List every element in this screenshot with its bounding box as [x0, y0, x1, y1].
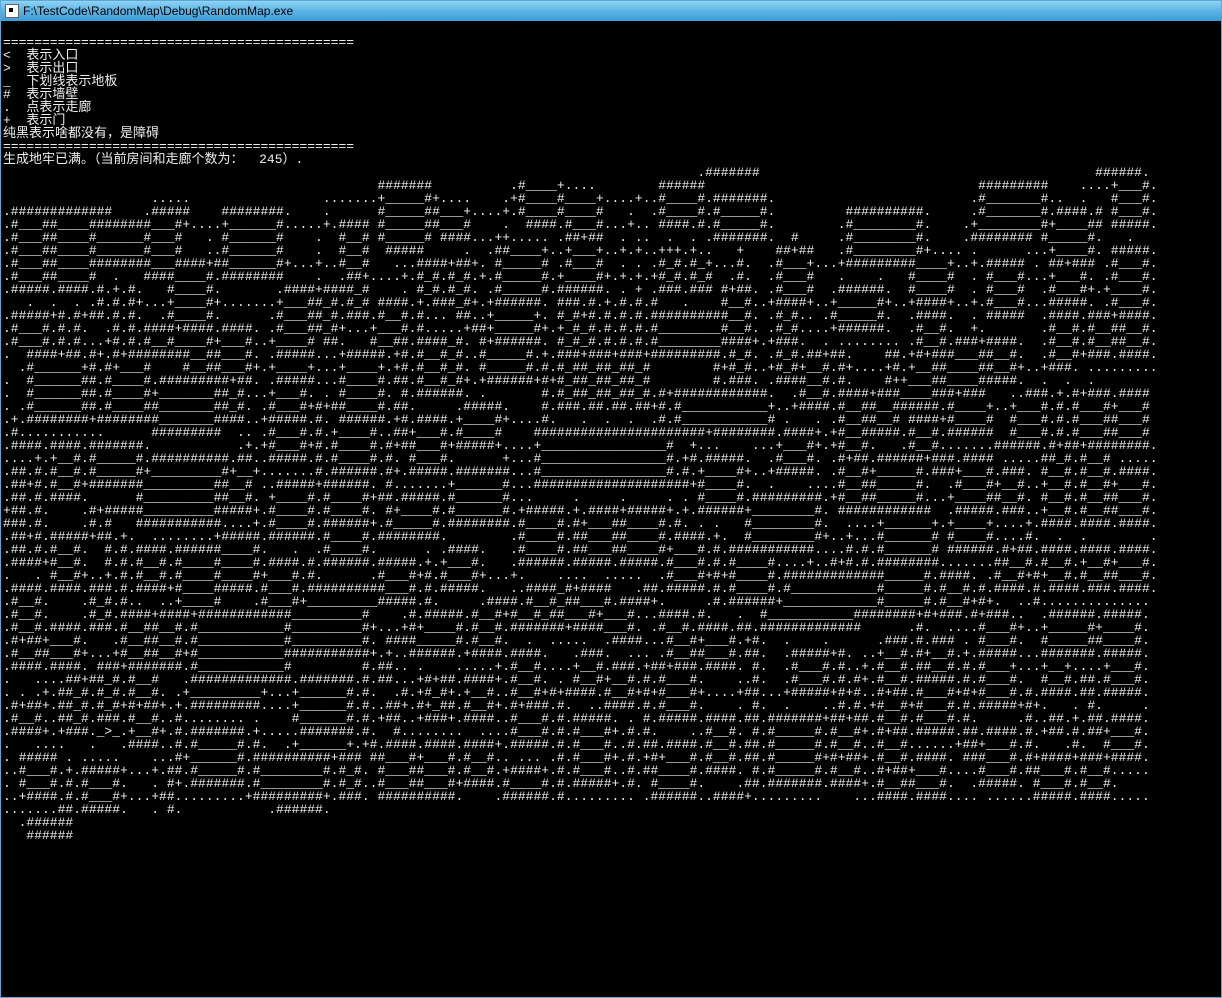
titlebar[interactable]: F:\TestCode\RandomMap\Debug\RandomMap.ex…	[1, 1, 1221, 21]
console-output: ========================================…	[1, 34, 1221, 984]
window-title: F:\TestCode\RandomMap\Debug\RandomMap.ex…	[23, 4, 293, 18]
console-window: F:\TestCode\RandomMap\Debug\RandomMap.ex…	[0, 0, 1222, 998]
app-icon	[5, 4, 19, 18]
